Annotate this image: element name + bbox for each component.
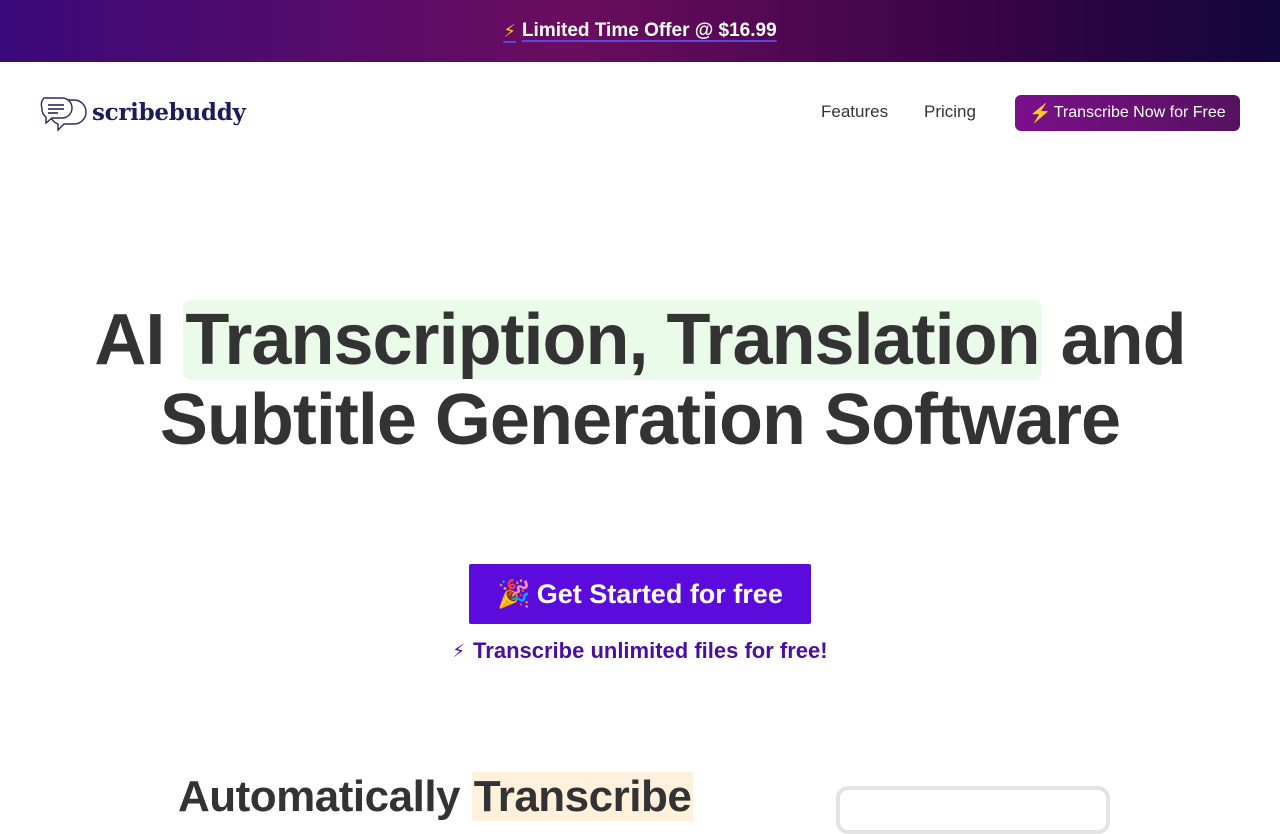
free-transcription-note: ⚡ Transcribe unlimited files for free! <box>0 638 1280 664</box>
free-transcription-text: Transcribe unlimited files for free! <box>473 638 828 663</box>
top-navbar: scribebuddy Features Pricing ⚡ Transcrib… <box>0 62 1280 162</box>
lightning-icon: ⚡ <box>503 20 516 41</box>
logo[interactable]: scribebuddy <box>40 92 246 132</box>
transcribe-now-label: Transcribe Now for Free <box>1053 104 1226 121</box>
section-title: Automatically Transcribe <box>178 772 694 822</box>
logo-text: scribebuddy <box>92 98 246 126</box>
hero-title-pre: AI <box>94 300 184 380</box>
hero-title-highlight: Transcription, Translation <box>183 300 1042 380</box>
section-title-pre: Automatically <box>178 772 472 821</box>
nav-link-pricing[interactable]: Pricing <box>924 102 976 122</box>
transcribe-now-button[interactable]: ⚡ Transcribe Now for Free <box>1015 95 1240 131</box>
hero-title: AI Transcription, Translation and Subtit… <box>0 300 1280 460</box>
preview-card <box>836 786 1110 834</box>
get-started-label: Get Started for free <box>536 578 783 609</box>
chat-bubbles-icon <box>40 97 87 132</box>
promo-link[interactable]: ⚡ Limited Time Offer @ $16.99 <box>503 20 776 42</box>
get-started-button[interactable]: 🎉 Get Started for free <box>469 564 811 624</box>
nav-link-features[interactable]: Features <box>821 102 888 122</box>
lightning-icon: ⚡ <box>452 640 466 661</box>
promo-banner[interactable]: ⚡ Limited Time Offer @ $16.99 <box>0 0 1280 62</box>
party-popper-icon: 🎉 <box>497 579 531 609</box>
lightning-icon: ⚡ <box>1029 102 1052 123</box>
promo-text: Limited Time Offer @ $16.99 <box>521 20 777 41</box>
hero-title-line2: Subtitle Generation Software <box>159 380 1121 460</box>
hero-title-post: and <box>1041 300 1187 380</box>
section-title-highlight: Transcribe <box>471 772 694 821</box>
